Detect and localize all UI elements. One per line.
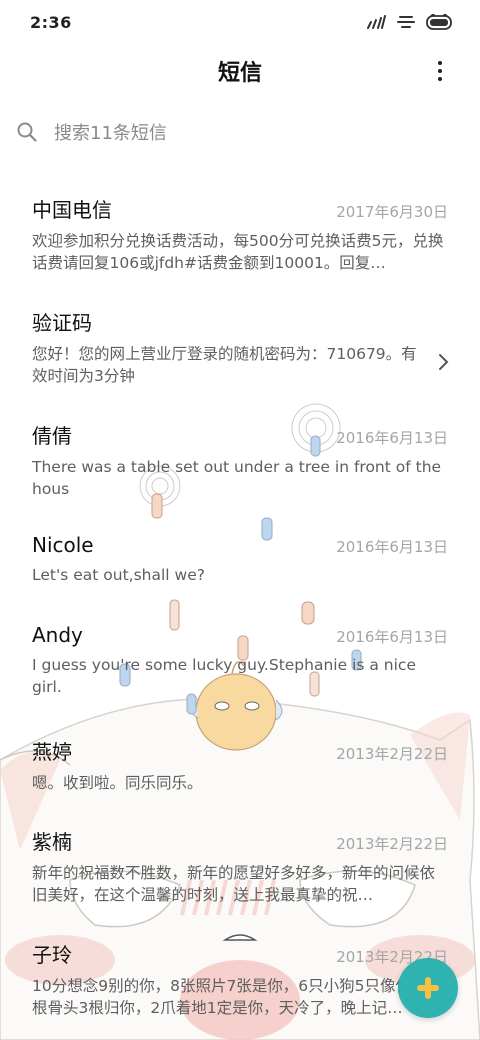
search-bar[interactable]: 搜索11条短信 [0,106,480,158]
message-snippet: 10分想念9别的你，8张照片7张是你，6只小狗5只像你，4根骨头3根归你，2爪着… [32,977,437,1017]
conversation-item[interactable]: 倩倩 2016年6月13日 There was a table set out … [0,404,480,504]
contact-name: 子玲 [32,943,72,967]
search-icon [17,122,37,142]
status-time: 2:36 [30,12,72,32]
contact-name: 验证码 [32,311,92,335]
contact-name: 倩倩 [32,424,72,448]
conversation-item[interactable]: 验证码 您好！您的网上营业厅登录的随机密码为：710679。有效时间为3分钟 [0,291,480,391]
conversation-item[interactable]: Andy 2016年6月13日 I guess you're some luck… [0,607,480,707]
page-title: 短信 [217,61,262,86]
conversation-item[interactable]: 中国电信 2017年6月30日 欢迎参加积分兑换话费活动，每500分可兑换话费5… [0,178,480,278]
contact-name: Nicole [32,533,94,557]
status-icons [366,14,452,30]
contact-name: 中国电信 [32,198,112,222]
contact-name: 紫楠 [32,830,72,854]
contact-name: 燕婷 [32,740,72,764]
message-snippet: 嗯。收到啦。同乐同乐。 [32,774,203,792]
conversation-item[interactable]: Nicole 2016年6月13日 Let's eat out,shall we… [0,517,480,617]
message-snippet: 欢迎参加积分兑换话费活动，每500分可兑换话费5元，兑换话费请回复106或jfd… [32,232,444,272]
message-snippet: I guess you're some lucky guy.Stephanie … [32,656,416,696]
message-date: 2016年6月13日 [336,538,448,556]
chevron-right-icon [439,354,449,370]
signal-off-icon [367,15,386,29]
message-snippet: 您好！您的网上营业厅登录的随机密码为：710679。有效时间为3分钟 [32,345,417,385]
title-bar: 短信 [0,44,480,98]
message-snippet: Let's eat out,shall we? [32,566,205,584]
new-message-button[interactable] [398,958,458,1018]
message-date: 2016年6月13日 [336,429,448,447]
message-date: 2013年2月22日 [336,745,448,763]
more-vertical-icon[interactable] [430,57,450,85]
conversation-item[interactable]: 紫楠 2013年2月22日 新年的祝福数不胜数，新年的愿望好多好多，新年的问候依… [0,810,480,910]
message-date: 2017年6月30日 [336,203,448,221]
message-date: 2013年2月22日 [336,835,448,853]
message-snippet: 新年的祝福数不胜数，新年的愿望好多好多，新年的问候依旧美好，在这个温馨的时刻，送… [32,864,436,904]
conversation-item[interactable]: 燕婷 2013年2月22日 嗯。收到啦。同乐同乐。 [0,720,480,820]
search-input[interactable]: 搜索11条短信 [54,119,167,145]
battery-icon [426,14,452,30]
wifi-icon [397,16,415,28]
plus-icon [417,977,439,999]
message-date: 2016年6月13日 [336,628,448,646]
contact-name: Andy [32,623,83,647]
status-bar: 2:36 [0,0,480,44]
message-snippet: There was a table set out under a tree i… [32,458,442,498]
